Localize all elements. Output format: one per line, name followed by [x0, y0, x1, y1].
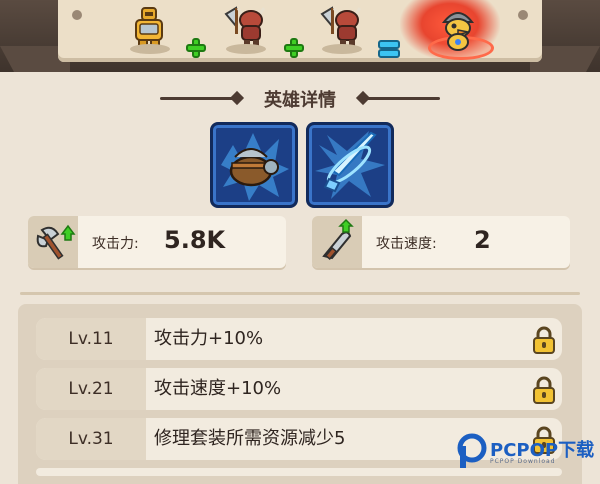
- attack-speed-stat-label: 攻击速度:: [376, 236, 437, 252]
- list-item: Lv.11 攻击力+10%: [36, 318, 562, 360]
- golden-armor-hero-icon[interactable]: [126, 4, 174, 56]
- attack-speed-stat-card: 攻击速度: 2: [312, 216, 570, 268]
- section-divider: [20, 292, 580, 295]
- equals-icon: [378, 38, 400, 58]
- axe-upgrade-icon: [28, 216, 78, 268]
- attack-speed-stat-value: 2: [474, 226, 491, 254]
- hero-merge-bar: [0, 0, 600, 72]
- feather-upgrade-icon: [312, 216, 362, 268]
- level-badge: Lv.11: [36, 318, 146, 360]
- axe-viking-hero-icon[interactable]: [318, 4, 366, 56]
- rivet: [72, 10, 82, 20]
- blue-sword-skill-icon[interactable]: [306, 122, 394, 208]
- lock-icon: [533, 376, 555, 404]
- hero-details-title: 英雄详情: [264, 90, 336, 111]
- lock-icon: [533, 326, 555, 354]
- list-item: Lv.21 攻击速度+10%: [36, 368, 562, 410]
- level-bonus-text: 攻击力+10%: [154, 328, 264, 349]
- level-badge: Lv.21: [36, 368, 146, 410]
- level-badge: Lv.31: [36, 418, 146, 460]
- level-bonus-text: 攻击速度+10%: [154, 378, 282, 399]
- site-watermark: PCPOP下载 PCPOP Download: [456, 432, 600, 476]
- blue-sword-skill-art: [315, 131, 385, 199]
- attack-stat-card: 攻击力: 5.8K: [28, 216, 286, 268]
- attack-stat-label: 攻击力:: [92, 236, 139, 252]
- level-bonus-text: 修理套装所需资源减少5: [154, 428, 346, 449]
- attack-stat-value: 5.8K: [164, 226, 226, 254]
- armored-pot-skill-icon[interactable]: [210, 122, 298, 208]
- pcpop-logo-icon: [457, 433, 487, 468]
- axe-viking-hero-icon[interactable]: [222, 4, 270, 56]
- duck-helmet-hero-art: [441, 12, 475, 51]
- duck-helmet-hero-icon[interactable]: [434, 4, 482, 56]
- plus-icon: [186, 38, 206, 58]
- watermark-subtitle: PCPOP Download: [490, 458, 556, 465]
- plus-icon: [284, 38, 304, 58]
- rivet: [518, 10, 528, 20]
- armored-pot-skill-art: [221, 133, 289, 201]
